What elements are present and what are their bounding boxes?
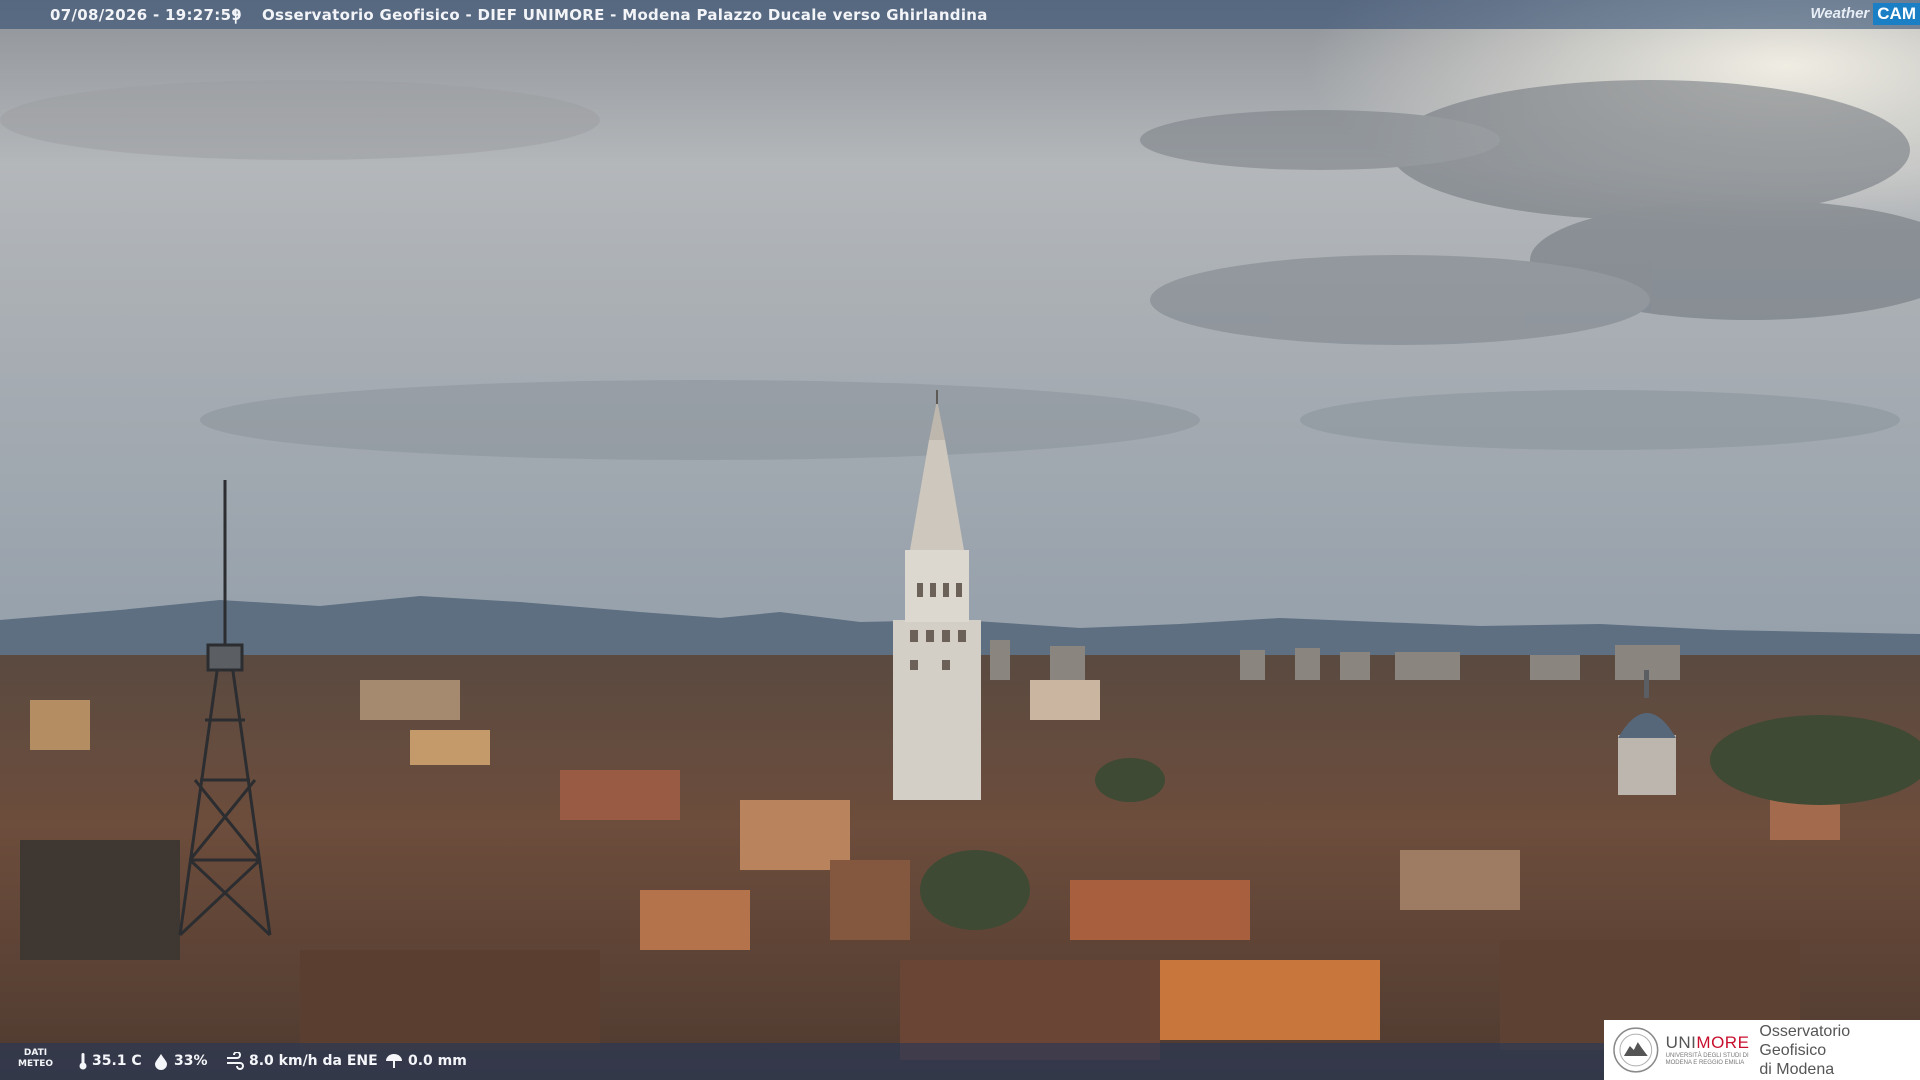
humidity-value: 33% bbox=[174, 1053, 208, 1069]
unimore-badge: UNIMORE UNIVERSITÀ DEGLI STUDI DI MODENA… bbox=[1604, 1020, 1920, 1080]
timestamp: 07/08/2026 - 19:27:59 bbox=[50, 6, 243, 24]
unimore-wordmark: UNIMORE UNIVERSITÀ DEGLI STUDI DI MODENA… bbox=[1665, 1033, 1750, 1066]
weather-data-label: DATI METEO bbox=[18, 1048, 54, 1069]
temperature-value: 35.1 C bbox=[92, 1053, 142, 1069]
wind-reading: 8.0 km/h da ENE bbox=[225, 1052, 378, 1070]
wind-value: 8.0 km/h da ENE bbox=[249, 1053, 378, 1069]
wind-icon bbox=[227, 1052, 244, 1070]
observatory-name: Osservatorio Geofisico di Modena bbox=[1759, 1022, 1851, 1078]
header-separator: | bbox=[233, 6, 239, 24]
droplet-icon bbox=[155, 1054, 167, 1070]
weathercam-logo-text: Weather bbox=[1810, 5, 1870, 22]
thermometer-icon bbox=[79, 1053, 87, 1070]
unimore-crest-icon bbox=[1613, 1027, 1659, 1073]
rain-reading: 0.0 mm bbox=[384, 1052, 467, 1070]
temperature-reading: 35.1 C bbox=[78, 1052, 142, 1070]
camera-title: Osservatorio Geofisico - DIEF UNIMORE - … bbox=[262, 6, 988, 24]
city-panorama bbox=[0, 0, 1920, 1080]
webcam-header-bar: 07/08/2026 - 19:27:59 | Osservatorio Geo… bbox=[0, 0, 1920, 29]
rain-gauge-icon bbox=[386, 1054, 402, 1068]
webcam-image bbox=[0, 0, 1920, 1080]
rain-value: 0.0 mm bbox=[408, 1053, 467, 1069]
weathercam-logo: Weather CAM bbox=[1810, 0, 1920, 27]
weathercam-cam-text: CAM bbox=[1873, 2, 1920, 25]
humidity-reading: 33% bbox=[152, 1052, 208, 1070]
